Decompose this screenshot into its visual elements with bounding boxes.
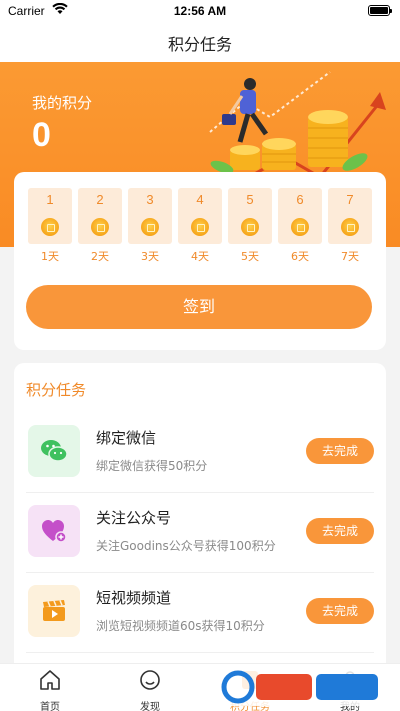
day-label: 3天 xyxy=(141,250,159,263)
day-label: 6天 xyxy=(291,250,309,263)
tab-label: 发现 xyxy=(140,702,160,711)
day-label: 1天 xyxy=(41,250,59,263)
home-icon xyxy=(40,670,60,690)
status-bar: Carrier 12:56 AM xyxy=(0,0,400,22)
complete-task-button[interactable]: 去完成 xyxy=(306,518,374,544)
day-5: 5 5天 xyxy=(228,188,272,264)
coin-icon xyxy=(141,218,159,236)
complete-task-button[interactable]: 去完成 xyxy=(306,438,374,464)
points-label: 我的积分 xyxy=(32,94,93,112)
day-label: 2天 xyxy=(91,250,109,263)
task-list-card: 积分任务 绑定微信 绑定微信获得50积分 去完成 关注公众号 关注Goodins… xyxy=(14,363,386,693)
site-watermark-logo xyxy=(218,668,384,706)
sign-in-card: 1 1天 2 2天 3 3天 4 4天 5 5天 6 6天 7 7天 签到 xyxy=(14,172,386,350)
section-title: 积分任务 xyxy=(26,381,87,399)
discover-icon xyxy=(140,670,160,690)
page-title: 积分任务 xyxy=(167,35,232,54)
task-description: 浏览短视频频道60s获得10积分 xyxy=(96,619,265,633)
coin-icon xyxy=(91,218,109,236)
coin-icon xyxy=(241,218,259,236)
sign-in-button[interactable]: 签到 xyxy=(26,285,372,329)
day-label: 5天 xyxy=(241,250,259,263)
day-2: 2 2天 xyxy=(78,188,122,264)
coin-icon xyxy=(341,218,359,236)
day-7: 7 7天 xyxy=(328,188,372,264)
task-follow-account: 关注公众号 关注Goodins公众号获得100积分 去完成 xyxy=(26,493,374,573)
sign-in-days: 1 1天 2 2天 3 3天 4 4天 5 5天 6 6天 7 7天 xyxy=(28,188,372,268)
tab-label: 首页 xyxy=(40,702,60,711)
complete-task-button[interactable]: 去完成 xyxy=(306,598,374,624)
navigation-bar: 积分任务 xyxy=(0,22,400,62)
task-short-video: 短视频频道 浏览短视频频道60s获得10积分 去完成 xyxy=(26,573,374,653)
heart-plus-icon xyxy=(28,505,80,557)
task-title: 绑定微信 xyxy=(96,429,157,447)
day-label: 7天 xyxy=(341,250,359,263)
day-4: 4 4天 xyxy=(178,188,222,264)
battery-icon xyxy=(368,5,392,16)
coin-icon xyxy=(41,218,59,236)
task-title: 关注公众号 xyxy=(96,509,172,527)
task-title: 短视频频道 xyxy=(96,589,172,607)
task-description: 关注Goodins公众号获得100积分 xyxy=(96,539,276,553)
task-description: 绑定微信获得50积分 xyxy=(96,459,208,473)
day-3: 3 3天 xyxy=(128,188,172,264)
points-value: 0 xyxy=(32,116,51,154)
coin-icon xyxy=(191,218,209,236)
clapperboard-icon xyxy=(28,585,80,637)
tab-home[interactable]: 首页 xyxy=(0,668,100,711)
wechat-icon xyxy=(28,425,80,477)
tab-discover[interactable]: 发现 xyxy=(100,668,200,711)
task-bind-wechat: 绑定微信 绑定微信获得50积分 去完成 xyxy=(26,413,374,493)
coin-icon xyxy=(291,218,309,236)
day-6: 6 6天 xyxy=(278,188,322,264)
day-label: 4天 xyxy=(191,250,209,263)
day-1: 1 1天 xyxy=(28,188,72,264)
clock: 12:56 AM xyxy=(173,4,227,18)
